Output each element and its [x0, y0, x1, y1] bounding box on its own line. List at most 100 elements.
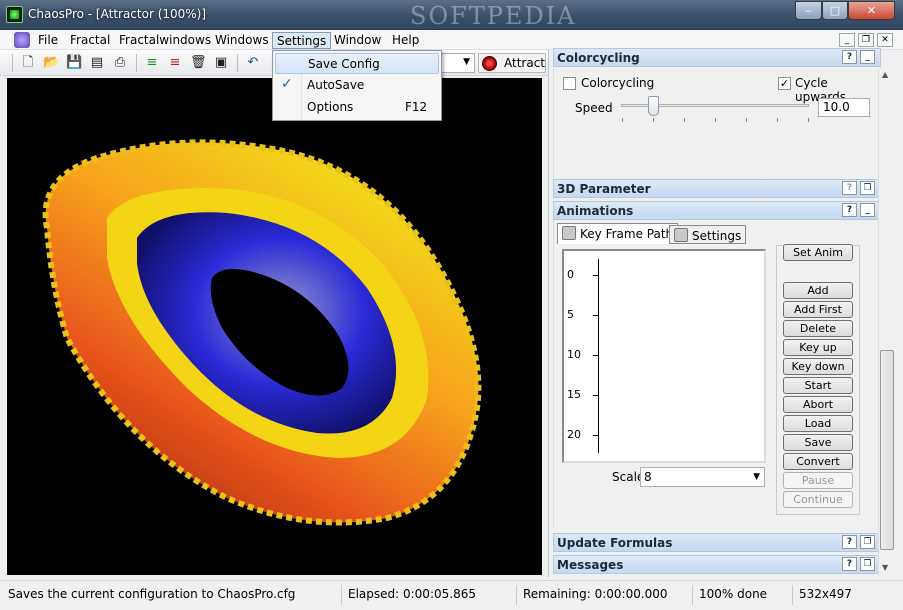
status-elapsed: Elapsed: 0:00:05.865	[342, 585, 517, 605]
minimize-icon[interactable]: _	[860, 50, 875, 64]
status-bar: Saves the current configuration to Chaos…	[0, 580, 903, 610]
print-icon[interactable]: ⎙	[112, 55, 128, 71]
restore-icon[interactable]: ❐	[860, 181, 875, 195]
new-icon[interactable]: 🗋	[20, 55, 36, 71]
3d-parameter-header[interactable]: 3D Parameter ? ❐	[553, 179, 881, 198]
scroll-down-icon[interactable]: ▼	[882, 563, 888, 572]
chevron-down-icon: ▼	[753, 472, 760, 482]
mdi-child-icon[interactable]	[14, 32, 30, 48]
slider-tick	[622, 118, 623, 122]
slider-tick	[808, 118, 809, 122]
colorcycling-header[interactable]: Colorcycling ? _	[553, 48, 881, 67]
speed-slider-thumb[interactable]	[648, 96, 659, 116]
menu-window[interactable]: Window	[330, 32, 385, 49]
load-button[interactable]: Load	[783, 415, 853, 432]
delete-icon[interactable]: 🗑	[190, 55, 207, 71]
colorcycling-panel: Colorcycling ✓ Cycle upwards Speed 10.0	[553, 67, 881, 178]
mdi-restore-button[interactable]: ❐	[858, 33, 874, 47]
scale-value: 8	[644, 470, 652, 484]
delete-button[interactable]: Delete	[783, 320, 853, 337]
save-icon[interactable]: 💾	[66, 55, 82, 71]
minimize-icon[interactable]: _	[860, 203, 875, 217]
torus-render	[42, 139, 482, 526]
messages-header[interactable]: Messages ? ❐	[553, 555, 881, 574]
axis-label: 0	[567, 268, 574, 281]
help-icon[interactable]: ?	[842, 535, 857, 549]
menu-item-autosave[interactable]: ✓ AutoSave	[275, 75, 439, 96]
tab-settings[interactable]: Settings	[669, 225, 747, 244]
menu-file[interactable]: File	[34, 32, 62, 49]
menu-windows[interactable]: Windows	[211, 32, 273, 49]
mdi-minimize-button[interactable]: _	[839, 33, 855, 47]
tab-key-frame-path[interactable]: Key Frame Path	[557, 223, 679, 244]
panel-title: Update Formulas	[557, 536, 673, 550]
window-icon[interactable]: ▣	[213, 55, 229, 71]
axis-tick	[593, 355, 599, 356]
panel-title: Animations	[557, 204, 634, 218]
slider-tick	[684, 118, 685, 122]
help-icon[interactable]: ?	[842, 557, 857, 571]
scale-select[interactable]: 8 ▼	[640, 467, 765, 487]
panel-title: Messages	[557, 558, 624, 572]
key-frame-path-view[interactable]: 0 5 10 15 20	[562, 249, 766, 463]
chaospro-app-icon[interactable]	[6, 6, 23, 23]
softpedia-watermark: SOFTPEDIA	[410, 2, 577, 30]
add-button[interactable]: Add	[783, 282, 853, 299]
cycle-upwards-checkbox[interactable]: ✓	[778, 77, 791, 90]
mdi-close-button[interactable]: ✕	[877, 33, 893, 47]
axis-tick	[593, 435, 599, 436]
help-icon[interactable]: ?	[842, 203, 857, 217]
window-title: ChaosPro - [Attractor (100%)]	[28, 7, 207, 21]
axis-label: 10	[567, 348, 581, 361]
colorcycling-label: Colorcycling	[581, 76, 655, 90]
minimize-button[interactable]: ‒	[795, 1, 822, 20]
title-bar: ChaosPro - [Attractor (100%)] SOFTPEDIA …	[0, 0, 903, 30]
panel-title: Colorcycling	[557, 51, 640, 65]
colorcycling-checkbox[interactable]	[563, 77, 576, 90]
help-icon[interactable]: ?	[842, 50, 857, 64]
add-first-button[interactable]: Add First	[783, 301, 853, 318]
help-icon[interactable]: ?	[842, 181, 857, 195]
continue-button[interactable]: Continue	[783, 491, 853, 508]
menu-item-save-config[interactable]: Save Config	[275, 53, 439, 74]
layers-red-icon[interactable]: ≡	[167, 55, 183, 71]
undo-icon[interactable]: ↶	[245, 55, 261, 71]
axis-tick	[593, 315, 599, 316]
speed-label: Speed	[575, 101, 613, 115]
pause-button[interactable]: Pause	[783, 472, 853, 489]
axis-tick	[593, 275, 599, 276]
open-icon[interactable]: 📂	[43, 55, 59, 71]
scrollbar-thumb[interactable]	[880, 350, 894, 550]
status-message: Saves the current configuration to Chaos…	[2, 585, 342, 605]
menu-item-shortcut: F12	[405, 100, 428, 114]
toolbar-separator	[136, 54, 137, 72]
update-formulas-header[interactable]: Update Formulas ? ❐	[553, 533, 881, 552]
close-button[interactable]: ✕	[848, 1, 895, 20]
zoom-combo[interactable]: ▼	[441, 53, 475, 73]
menu-fractalwindows[interactable]: Fractalwindows	[115, 32, 215, 49]
panel-scrollbar[interactable]: ▲ ▼	[878, 68, 895, 576]
slider-tick	[715, 118, 716, 122]
restore-icon[interactable]: ❐	[860, 535, 875, 549]
key-up-button[interactable]: Key up	[783, 339, 853, 356]
attractor-button[interactable]: Attractor	[478, 53, 546, 73]
set-anim-button[interactable]: Set Anim	[783, 244, 853, 261]
menu-help[interactable]: Help	[388, 32, 423, 49]
menu-fractal[interactable]: Fractal	[66, 32, 114, 49]
status-progress: 100% done	[693, 585, 793, 605]
restore-icon[interactable]: ❐	[860, 557, 875, 571]
save-button[interactable]: Save	[783, 434, 853, 451]
convert-button[interactable]: Convert	[783, 453, 853, 470]
fractal-canvas[interactable]	[7, 78, 542, 575]
layers-green-icon[interactable]: ≡	[144, 55, 160, 71]
maximize-button[interactable]: □	[822, 1, 848, 20]
scroll-up-icon[interactable]: ▲	[882, 70, 888, 79]
save-all-icon[interactable]: ▤	[89, 55, 105, 71]
menu-item-options[interactable]: Options F12	[275, 97, 439, 118]
speed-input[interactable]: 10.0	[818, 98, 870, 117]
abort-button[interactable]: Abort	[783, 396, 853, 413]
animations-header[interactable]: Animations ? _	[553, 201, 881, 220]
menu-settings[interactable]: Settings	[272, 32, 332, 49]
start-button[interactable]: Start	[783, 377, 853, 394]
key-down-button[interactable]: Key down	[783, 358, 853, 375]
